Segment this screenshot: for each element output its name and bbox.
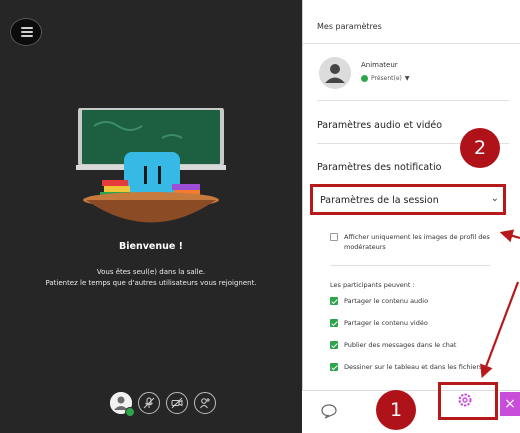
- participant-option-draw[interactable]: Dessiner sur le tableau et dans les fich…: [330, 362, 505, 372]
- chat-checkbox[interactable]: [330, 341, 338, 349]
- section-session[interactable]: Paramètres de la session ⌄: [310, 184, 506, 215]
- moderator-images-label: Afficher uniquement les images de profil…: [344, 233, 490, 251]
- audio-checkbox[interactable]: [330, 297, 338, 305]
- present-badge: [125, 407, 135, 417]
- close-icon: ×: [504, 396, 516, 412]
- video-checkbox[interactable]: [330, 319, 338, 327]
- panel-title: Mes paramètres: [317, 22, 382, 31]
- divider: [317, 100, 509, 101]
- moderator-images-option[interactable]: Afficher uniquement les images de profil…: [330, 232, 510, 252]
- step-2-marker: 2: [460, 128, 500, 168]
- caret-down-icon: ▼: [404, 75, 410, 82]
- share-button[interactable]: [194, 392, 216, 414]
- gear-icon[interactable]: [456, 391, 474, 409]
- panel-header: Mes paramètres: [303, 0, 520, 44]
- participants-heading: Les participants peuvent :: [330, 281, 415, 289]
- section-session-label: Paramètres de la session: [320, 195, 439, 206]
- session-stage: Bienvenue ! Vous êtes seul(e) dans la sa…: [0, 0, 302, 433]
- camera-button[interactable]: [166, 392, 188, 414]
- welcome-hint: Patientez le temps que d'autres utilisat…: [45, 279, 257, 287]
- camera-off-icon: [171, 397, 183, 409]
- avatar-button[interactable]: [110, 392, 135, 417]
- user-avatar-icon: [319, 57, 351, 89]
- status-dropdown[interactable]: Présent(e) ▼: [361, 75, 410, 82]
- participant-option-video[interactable]: Partager le contenu vidéo: [330, 318, 505, 328]
- share-icon: [200, 398, 210, 409]
- draw-checkbox[interactable]: [330, 363, 338, 371]
- draw-option-label: Dessiner sur le tableau et dans les fich…: [344, 363, 483, 371]
- user-role: Animateur: [361, 61, 398, 69]
- status-dot-icon: [361, 75, 368, 82]
- divider: [330, 265, 490, 266]
- microphone-button[interactable]: [138, 392, 160, 414]
- moderator-images-checkbox[interactable]: [330, 233, 338, 241]
- chat-icon[interactable]: [320, 403, 338, 419]
- chevron-down-icon: ⌄: [490, 193, 499, 204]
- classroom-illustration: [76, 108, 226, 223]
- chat-option-label: Publier des messages dans le chat: [344, 341, 457, 349]
- video-option-label: Partager le contenu vidéo: [344, 319, 428, 327]
- media-controls: [110, 392, 216, 417]
- participant-option-chat[interactable]: Publier des messages dans le chat: [330, 340, 505, 350]
- participant-option-audio[interactable]: Partager le contenu audio: [330, 296, 505, 306]
- close-button[interactable]: ×: [500, 392, 520, 416]
- welcome-title: Bienvenue !: [119, 241, 183, 252]
- microphone-off-icon: [143, 397, 155, 409]
- step-1-marker: 1: [376, 390, 416, 430]
- status-label: Présent(e): [371, 75, 402, 82]
- welcome-message: Vous êtes seul(e) dans la salle.: [96, 268, 206, 276]
- audio-option-label: Partager le contenu audio: [344, 297, 429, 305]
- menu-button[interactable]: [10, 18, 42, 46]
